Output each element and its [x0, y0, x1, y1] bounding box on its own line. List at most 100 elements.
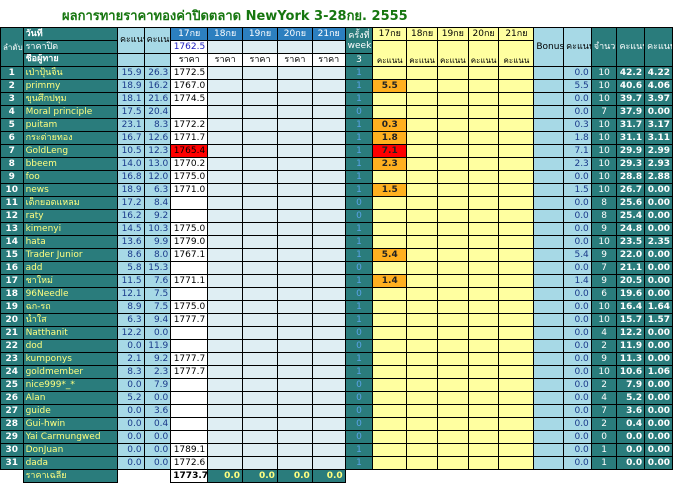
- week3-total-cell: 5.4: [563, 248, 592, 262]
- price-guess-cell: 1772.6: [170, 456, 209, 470]
- table-row: 10 news 18.9 6.3 1771.0 1 1.5 1.5 10 26.7 0.00: [0, 183, 673, 197]
- price-guess-empty-cell: [242, 222, 278, 236]
- day-score-empty-cell: [406, 274, 438, 288]
- date-col-4: 20กย: [276, 27, 313, 41]
- price-guess-cell: 1777.7: [170, 313, 209, 327]
- day-score-empty-cell: [498, 66, 535, 80]
- price-guess-empty-cell: [242, 391, 278, 405]
- day-score-empty-cell: [498, 287, 535, 301]
- bonus-cell: [533, 326, 565, 340]
- day-score-empty-cell: [436, 261, 469, 275]
- price-guess-cell: [170, 326, 209, 340]
- day-score-cell: [372, 300, 408, 314]
- day-score-cell: [372, 235, 408, 249]
- rank-cell: 31: [0, 456, 24, 470]
- bonus-cell: [533, 105, 565, 119]
- cumulative-score-cell: 0.0: [616, 443, 646, 457]
- sum-header: คะแนน สะสม: [616, 27, 646, 67]
- footer-val-3: 0.0: [276, 469, 313, 483]
- week3-total-cell: 0.3: [563, 118, 592, 132]
- week1-score-cell: 18.9: [116, 79, 145, 93]
- week3-count-cell: 1: [344, 248, 374, 262]
- player-name-cell: raty: [22, 209, 118, 223]
- price-guess-empty-cell: [276, 261, 313, 275]
- bonus-cell: [533, 339, 565, 353]
- play-count-cell: 10: [590, 365, 618, 379]
- price-guess-cell: 1775.0: [170, 222, 209, 236]
- day-score-empty-cell: [498, 79, 535, 93]
- week3-count-cell: 0: [344, 339, 374, 353]
- play-count-cell: 10: [590, 157, 618, 171]
- times-word: ครั้งที่: [348, 30, 370, 41]
- day-score-empty-cell: [406, 326, 438, 340]
- week3-total-cell: 2.3: [563, 157, 592, 171]
- price-guess-empty-cell: [311, 170, 346, 184]
- price-guess-empty-cell: [311, 443, 346, 457]
- day-score-empty-cell: [467, 326, 500, 340]
- week1-score-cell: 16.8: [116, 170, 145, 184]
- day-score-empty-cell: [406, 183, 438, 197]
- cumulative-score-cell: 25.6: [616, 196, 646, 210]
- close-label: ราคาปิด: [22, 40, 118, 54]
- bonus-cell: [533, 131, 565, 145]
- day-score-empty-cell: [436, 352, 469, 366]
- week2-score-cell: 20.4: [143, 105, 172, 119]
- play-count-cell: 7: [590, 261, 618, 275]
- day-score-cell: 1.4: [372, 274, 408, 288]
- week2-score-cell: 12.3: [143, 144, 172, 158]
- day-score-cell: [372, 287, 408, 301]
- average-score-cell: 0.00: [644, 274, 673, 288]
- table-row: 28 Gui-hwin 0.0 0.4 0 0.0 2 0.4 0.00: [0, 417, 673, 431]
- play-count-cell: 2: [590, 378, 618, 392]
- week3-count-cell: 0: [344, 261, 374, 275]
- player-name-cell: Natthanit: [22, 326, 118, 340]
- average-score-cell: 4.06: [644, 79, 673, 93]
- day-score-empty-cell: [406, 443, 438, 457]
- table-row: 31 dada 0.0 0.0 1772.6 1 0.0 1 0.0 0.00: [0, 456, 673, 470]
- day-score-empty-cell: [467, 456, 500, 470]
- week2-score-cell: 12.0: [143, 170, 172, 184]
- rank-cell: 13: [0, 222, 24, 236]
- day-score-empty-cell: [498, 144, 535, 158]
- week3-count-cell: 1: [344, 235, 374, 249]
- day-score-empty-cell: [467, 352, 500, 366]
- table-row: 13 kimenyi 14.5 10.3 1775.0 1 0.0 9 24.8 0.00: [0, 222, 673, 236]
- price-guess-empty-cell: [311, 131, 346, 145]
- bonus-cell: [533, 404, 565, 418]
- day-score-empty-cell: [498, 105, 535, 119]
- price-guess-empty-cell: [276, 131, 313, 145]
- rank-cell: 28: [0, 417, 24, 431]
- price-guess-empty-cell: [242, 417, 278, 431]
- day-score-empty-cell: [436, 222, 469, 236]
- play-count-cell: 10: [590, 66, 618, 80]
- price-guess-empty-cell: [242, 170, 278, 184]
- price-guess-empty-cell: [242, 261, 278, 275]
- day-score-empty-cell: [467, 183, 500, 197]
- price-guess-empty-cell: [242, 118, 278, 132]
- price-guess-empty-cell: [207, 209, 244, 223]
- day-score-empty-cell: [406, 157, 438, 171]
- bonus-cell: [533, 300, 565, 314]
- day-score-empty-cell: [406, 196, 438, 210]
- table-row: 6 กระต่ายทอง 16.7 12.6 1771.7 1 1.8 1.8 10 31.1 3.…: [0, 131, 673, 145]
- play-count-cell: 9: [590, 352, 618, 366]
- average-score-cell: 2.99: [644, 144, 673, 158]
- price-guess-empty-cell: [207, 248, 244, 262]
- close-value-1: 1762.5: [170, 40, 209, 54]
- week2-score-cell: 0.0: [143, 456, 172, 470]
- day-score-empty-cell: [436, 118, 469, 132]
- player-name-cell: puitam: [22, 118, 118, 132]
- average-score-cell: 0.00: [644, 261, 673, 275]
- player-name-cell: primmy: [22, 79, 118, 93]
- cumulative-score-cell: 0.0: [616, 430, 646, 444]
- price-guess-empty-cell: [276, 378, 313, 392]
- cumulative-score-cell: 31.1: [616, 131, 646, 145]
- week3-total-cell: 0.0: [563, 365, 592, 379]
- cumulative-score-cell: 10.6: [616, 365, 646, 379]
- day-score-empty-cell: [436, 209, 469, 223]
- week2-score-cell: 9.4: [143, 313, 172, 327]
- week3-count-cell: 1: [344, 300, 374, 314]
- week2-score-cell: 0.0: [143, 430, 172, 444]
- price-guess-cell: [170, 339, 209, 353]
- price-guess-cell: 1779.0: [170, 235, 209, 249]
